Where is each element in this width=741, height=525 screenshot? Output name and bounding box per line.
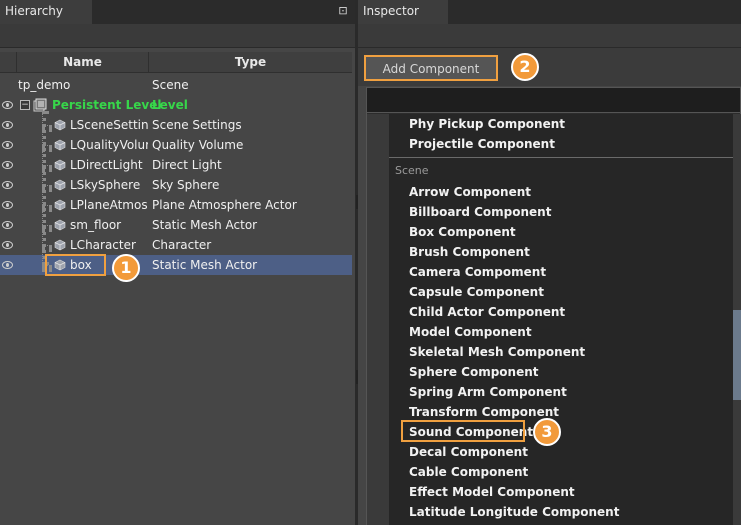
actor-name: LCharacter (70, 238, 136, 252)
component-item[interactable]: Sphere Component (409, 362, 539, 382)
hierarchy-header: Name Type (0, 52, 352, 73)
eye-icon[interactable] (2, 121, 13, 129)
actor-type: Scene Settings (152, 118, 242, 132)
actor-type: Static Mesh Actor (152, 258, 258, 272)
eye-icon[interactable] (2, 261, 13, 269)
tree-row-root[interactable]: tp_demo Scene (0, 75, 352, 95)
tree-connector (42, 205, 52, 209)
inspector-panel: Inspector Add Component 2 Phy Pickup Com… (358, 0, 741, 525)
level-name: Persistent Level (52, 98, 162, 112)
component-search-input[interactable] (367, 88, 740, 113)
hierarchy-tabbar: Hierarchy ⊡ (0, 0, 355, 24)
eye-icon[interactable] (2, 201, 13, 209)
cube-icon (54, 239, 66, 251)
component-item[interactable]: Cable Component (409, 462, 528, 482)
category-scene: Scene (395, 164, 429, 177)
hierarchy-panel: Hierarchy ⊡ Name Type tp_demo Scene − Pe… (0, 0, 355, 525)
component-item[interactable]: Skeletal Mesh Component (409, 342, 585, 362)
visibility-column-header[interactable] (0, 52, 16, 73)
add-component-button[interactable]: Add Component (364, 55, 498, 81)
actor-type: Quality Volume (152, 138, 244, 152)
collapse-icon[interactable]: − (20, 100, 30, 110)
component-item[interactable]: Arrow Component (409, 182, 531, 202)
eye-icon[interactable] (2, 141, 13, 149)
component-item[interactable]: Model Component (409, 322, 532, 342)
cube-icon (54, 139, 66, 151)
cube-icon (54, 119, 66, 131)
component-item[interactable]: Spring Arm Component (409, 382, 567, 402)
tree-row-actor[interactable]: LPlaneAtmosp Plane Atmosphere Actor (0, 195, 352, 215)
highlight-box-3 (401, 420, 525, 442)
tree-connector (42, 245, 52, 249)
pin-icon[interactable]: ⊡ (337, 5, 349, 17)
dropdown-gutter (367, 114, 389, 525)
cube-icon (54, 159, 66, 171)
actor-type: Character (152, 238, 212, 252)
badge-1: 1 (112, 254, 140, 282)
component-item[interactable]: Billboard Component (409, 202, 551, 222)
cube-icon (54, 219, 66, 231)
eye-icon[interactable] (2, 101, 13, 109)
actor-type: Static Mesh Actor (152, 218, 258, 232)
highlight-box-1 (45, 254, 106, 276)
eye-icon[interactable] (2, 221, 13, 229)
type-column-header[interactable]: Type (148, 52, 352, 73)
component-item[interactable]: Brush Component (409, 242, 530, 262)
actor-name: LDirectLight (70, 158, 143, 172)
add-component-dropdown: Phy Pickup Component Projectile Componen… (366, 87, 741, 525)
eye-icon[interactable] (2, 241, 13, 249)
actor-name: LSkySphere (70, 178, 141, 192)
scrollbar-thumb[interactable] (733, 310, 741, 400)
inspector-toolbar (358, 24, 741, 48)
actor-name: LQualityVolur (70, 138, 148, 152)
component-item-projectile[interactable]: Projectile Component (409, 134, 555, 154)
name-column-header[interactable]: Name (16, 52, 148, 73)
component-item[interactable]: Box Component (409, 222, 516, 242)
tab-hierarchy[interactable]: Hierarchy (0, 0, 92, 24)
component-item[interactable]: Capsule Component (409, 282, 544, 302)
component-item[interactable]: Effect Model Component (409, 482, 575, 502)
eye-icon[interactable] (2, 181, 13, 189)
tree-row-level[interactable]: − Persistent Level Level (0, 95, 352, 115)
tree-row-actor[interactable]: LQualityVolur Quality Volume (0, 135, 352, 155)
inspector-tabbar: Inspector (358, 0, 741, 24)
component-item[interactable]: Latitude Longitude Component (409, 502, 619, 522)
tree-row-actor[interactable]: sm_floor Static Mesh Actor (0, 215, 352, 235)
actor-name: sm_floor (70, 218, 122, 232)
component-item-phy-pickup[interactable]: Phy Pickup Component (409, 114, 565, 134)
component-item[interactable]: Decal Component (409, 442, 528, 462)
tree-row-actor[interactable]: LSkySphere Sky Sphere (0, 175, 352, 195)
component-list: Phy Pickup Component Projectile Componen… (389, 114, 733, 525)
actor-type: Direct Light (152, 158, 222, 172)
eye-icon[interactable] (2, 161, 13, 169)
actor-name: LSceneSetting (70, 118, 148, 132)
root-type: Scene (152, 78, 189, 92)
actor-type: Sky Sphere (152, 178, 220, 192)
actor-name: LPlaneAtmosp (70, 198, 148, 212)
root-name: tp_demo (18, 78, 71, 92)
category-divider (389, 157, 733, 158)
component-item[interactable]: Transform Component (409, 402, 559, 422)
hierarchy-toolbar (0, 24, 355, 48)
tree-connector (42, 145, 52, 149)
tree-row-actor[interactable]: LDirectLight Direct Light (0, 155, 352, 175)
tree-row-actor[interactable]: LCharacter Character (0, 235, 352, 255)
cube-icon (54, 179, 66, 191)
tree-connector (42, 185, 52, 189)
tree-connector (42, 165, 52, 169)
hierarchy-tree: tp_demo Scene − Persistent Level Level L… (0, 75, 352, 275)
component-item[interactable]: Camera Compoment (409, 262, 546, 282)
level-icon (33, 98, 48, 112)
tree-connector (42, 225, 52, 229)
cube-icon (54, 199, 66, 211)
badge-3: 3 (533, 418, 561, 446)
tree-row-actor[interactable]: LSceneSetting Scene Settings (0, 115, 352, 135)
actor-type: Plane Atmosphere Actor (152, 198, 297, 212)
component-item[interactable]: Child Actor Component (409, 302, 565, 322)
tree-connector (42, 125, 52, 129)
badge-2: 2 (511, 53, 539, 81)
tab-inspector[interactable]: Inspector (358, 0, 448, 24)
level-type: Level (152, 98, 188, 112)
